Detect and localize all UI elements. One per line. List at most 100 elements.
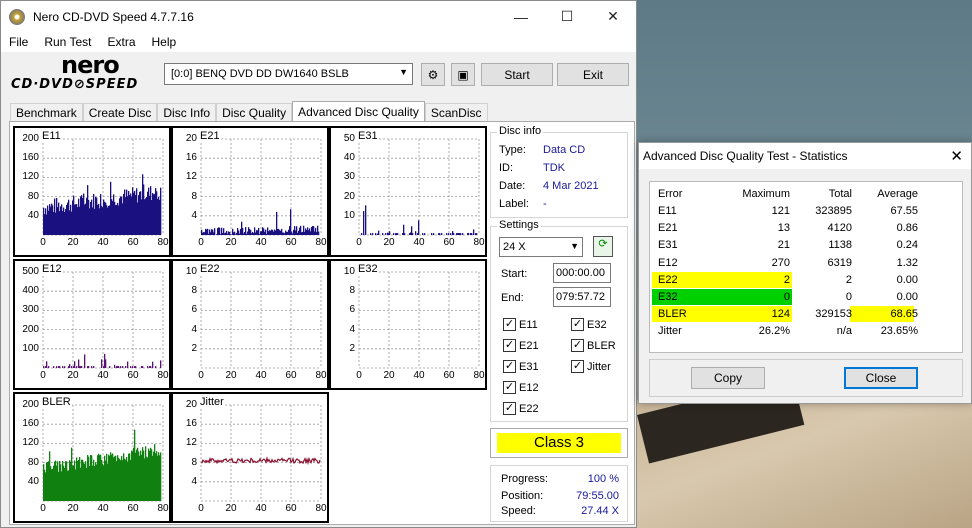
graph-bar [93, 366, 95, 368]
graph-bar [160, 360, 162, 368]
x-tick-label: 80 [315, 237, 327, 248]
stats-cell-max: 121 [771, 205, 790, 217]
tab-benchmark[interactable]: Benchmark [10, 103, 83, 122]
stats-close-button[interactable]: Close [844, 367, 918, 389]
graph-bar [127, 361, 129, 368]
window-title: Nero CD-DVD Speed 4.7.7.16 [33, 9, 194, 24]
x-tick-label: 40 [255, 503, 267, 514]
x-tick-label: 20 [225, 237, 237, 248]
checkbox-e21[interactable]: ✓ E21 [503, 339, 539, 352]
minimize-button[interactable]: — [498, 1, 544, 32]
graph-bar [460, 233, 462, 235]
y-tick-label: 200 [22, 399, 39, 410]
stats-cell-error: E21 [658, 222, 678, 235]
graph-bar [122, 366, 124, 368]
refresh-speed-button[interactable]: ⟳ [593, 236, 613, 257]
x-tick-label: 20 [225, 370, 237, 381]
stats-title-bar: Advanced Disc Quality Test - Statistics … [639, 143, 971, 169]
x-tick-label: 0 [198, 370, 204, 381]
checkbox-e31[interactable]: ✓ E31 [503, 360, 539, 373]
x-tick-label: 60 [285, 370, 297, 381]
graph-e11: E11 200 160 120 80 40 0 20 40 60 80 [13, 126, 171, 257]
stats-row-e31: E31 21 1138 0.24 [650, 237, 964, 254]
graph-bar [422, 233, 424, 235]
end-label: End: [501, 292, 524, 304]
header-maximum: Maximum [742, 188, 790, 200]
y-tick-label: 10 [343, 209, 355, 221]
graph-bar [389, 231, 391, 235]
y-tick-label: 8 [349, 285, 355, 297]
tab-disc-quality[interactable]: Disc Quality [216, 103, 293, 122]
checkmark-icon: ✓ [571, 339, 584, 352]
label-value: - [543, 198, 547, 210]
graph-bar [385, 233, 387, 235]
start-button[interactable]: Start [481, 63, 553, 86]
app-icon [9, 8, 25, 25]
checkbox-e12[interactable]: ✓ E12 [503, 381, 539, 394]
x-tick-label: 60 [443, 370, 455, 381]
start-field[interactable]: 000:00.00 [553, 263, 611, 283]
graph-bar [69, 364, 71, 368]
id-label: ID: [499, 162, 514, 174]
checkmark-icon: ✓ [503, 402, 516, 415]
disc-info-group: Disc info Type: Data CD ID: TDK Date: 4 … [490, 125, 628, 218]
x-tick-label: 60 [127, 237, 139, 248]
checkbox-e22[interactable]: ✓ E22 [503, 402, 539, 415]
stats-row-e11: E11 121 323895 67.55 [650, 203, 964, 220]
checkbox-jitter[interactable]: ✓ Jitter [571, 360, 611, 373]
stats-cell-max: 124 [771, 308, 790, 321]
class-label: Class 3 [497, 433, 621, 453]
stats-close-icon[interactable]: ✕ [950, 147, 963, 165]
tab-create-disc[interactable]: Create Disc [82, 103, 158, 122]
graph-bar [431, 233, 433, 235]
maximize-button[interactable]: ☐ [544, 1, 590, 32]
stats-cell-total: 323895 [815, 205, 852, 217]
graph-label: BLER [41, 396, 72, 408]
x-tick-label: 40 [255, 237, 267, 248]
save-button[interactable]: ▣ [451, 63, 475, 86]
checkbox-e11[interactable]: ✓ E11 [503, 318, 538, 331]
x-tick-label: 0 [40, 503, 46, 514]
menu-help[interactable]: Help [144, 35, 185, 49]
close-button[interactable]: ✕ [590, 1, 636, 32]
checkbox-e32[interactable]: ✓ E32 [571, 318, 607, 331]
tab-scandisc[interactable]: ScanDisc [424, 103, 488, 122]
y-tick-label: 40 [343, 152, 355, 164]
copy-button[interactable]: Copy [691, 367, 765, 389]
end-field[interactable]: 079:57.72 [553, 287, 611, 307]
speed-select[interactable]: 24 X ▼ [499, 237, 583, 257]
y-tick-label: 4 [191, 323, 197, 335]
y-tick-label: 8 [191, 456, 197, 468]
statistics-dialog: Advanced Disc Quality Test - Statistics … [638, 142, 972, 404]
position-value: 79:55.00 [576, 490, 619, 502]
menu-run-test[interactable]: Run Test [36, 35, 99, 49]
y-tick-label: 160 [22, 418, 39, 430]
stats-cell-avg: 67.55 [890, 205, 918, 217]
x-tick-label: 80 [157, 237, 169, 248]
stats-cell-avg: 0.00 [896, 291, 918, 303]
disc-info-title: Disc info [497, 125, 544, 137]
checkbox-bler[interactable]: ✓ BLER [571, 339, 616, 352]
x-tick-label: 80 [315, 503, 327, 514]
graph-bar [132, 366, 134, 368]
jitter-series [200, 456, 321, 466]
toolbar: nero CD·DVD⊘SPEED [0:0] BENQ DVD DD DW16… [1, 51, 636, 95]
x-tick-label: 80 [473, 237, 485, 248]
graph-bar [62, 366, 64, 368]
x-tick-label: 60 [443, 237, 455, 248]
graph-bar [160, 452, 162, 501]
graph-bar [468, 233, 470, 235]
tab-disc-info[interactable]: Disc Info [157, 103, 217, 122]
drive-select[interactable]: [0:0] BENQ DVD DD DW1640 BSLB ▼ [164, 63, 413, 85]
tab-advanced-disc-quality[interactable]: Advanced Disc Quality [292, 101, 425, 122]
x-tick-label: 40 [97, 503, 109, 514]
exit-button[interactable]: Exit [557, 63, 629, 86]
progress-label: Progress: [501, 473, 549, 485]
menu-extra[interactable]: Extra [99, 35, 143, 49]
eject-button[interactable]: ⚙ [421, 63, 445, 86]
graph-bar [43, 366, 45, 368]
menu-file[interactable]: File [1, 35, 36, 49]
y-tick-label: 120 [22, 171, 39, 183]
y-tick-label: 4 [349, 323, 355, 335]
graph-bar [448, 233, 450, 235]
